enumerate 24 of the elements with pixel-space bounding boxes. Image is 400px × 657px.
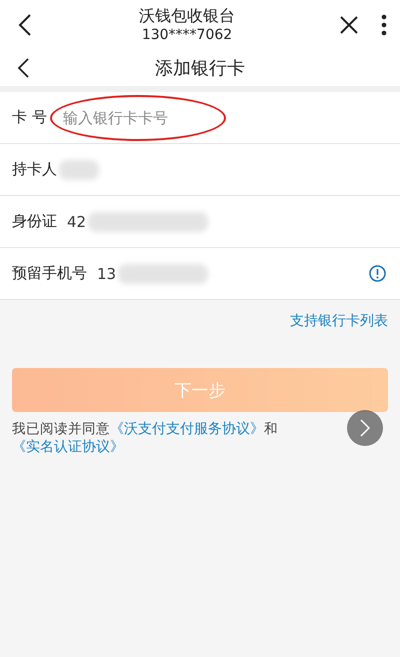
- info-icon: [368, 265, 386, 282]
- field-label: 卡 号: [12, 108, 47, 127]
- card-number-input[interactable]: 输入银行卡卡号: [56, 108, 388, 126]
- back-icon: [18, 14, 32, 36]
- agreement-text: 我已阅读并同意《沃支付支付服务协议》和 《实名认证协议》: [12, 420, 279, 456]
- real-name-agreement-link[interactable]: 《实名认证协议》: [12, 439, 124, 455]
- field-label: 预留手机号: [12, 264, 87, 283]
- redaction-blur: [59, 160, 99, 180]
- supported-cards-link[interactable]: 支持银行卡列表: [290, 312, 388, 330]
- card-number-field[interactable]: 卡 号 输入银行卡卡号: [0, 92, 400, 144]
- field-label: 身份证: [12, 212, 57, 231]
- more-icon: [381, 14, 387, 36]
- field-label: 持卡人: [12, 160, 57, 179]
- floating-next-button[interactable]: [347, 410, 383, 446]
- service-agreement-link[interactable]: 《沃支付支付服务协议》: [110, 421, 264, 437]
- back-icon: [17, 58, 29, 78]
- chevron-right-icon: [360, 419, 370, 437]
- more-button[interactable]: [380, 13, 388, 37]
- header-title: 沃钱包收银台: [139, 6, 235, 26]
- field-value: 13: [97, 264, 116, 282]
- page-title: 添加银行卡: [155, 57, 245, 80]
- close-icon: [340, 16, 358, 34]
- field-value: 42: [67, 212, 86, 230]
- phone-number: 130****7062: [142, 26, 232, 44]
